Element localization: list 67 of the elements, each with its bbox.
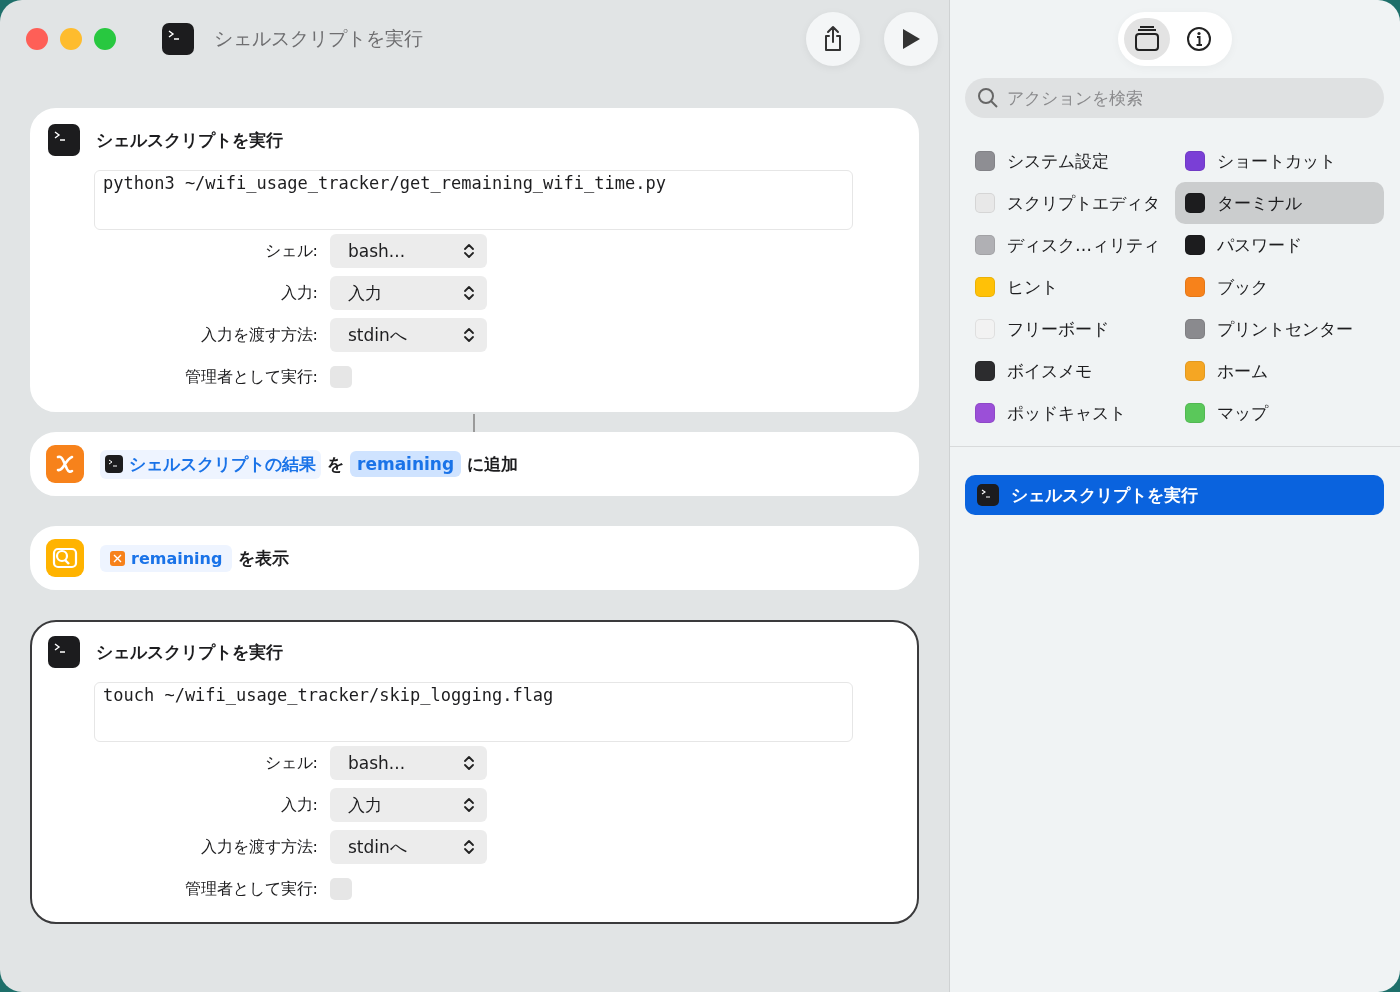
result-icon (46, 539, 84, 577)
search-field[interactable]: アクションを検索 (965, 78, 1384, 118)
chevron-icon (463, 327, 475, 343)
stack-icon (1132, 25, 1161, 53)
popup-menu[interactable]: stdinへ (330, 830, 487, 864)
app-item[interactable]: マップ (1175, 392, 1384, 434)
zoom-button[interactable] (94, 28, 116, 50)
chevron-icon (463, 839, 475, 855)
window-title: シェルスクリプトを実行 (214, 26, 423, 51)
app-item[interactable]: ホーム (1175, 350, 1384, 392)
action-card[interactable]: シェルスクリプトの結果 を remaining に追加 (30, 432, 919, 496)
action-card[interactable]: シェルスクリプトを実行 touch ~/wifi_usage_tracker/skip_logging.flag シェル: bash... 入力: 入力 入力を渡す方法: stdinへ 管理者として実行: (30, 620, 919, 924)
minimize-button[interactable] (60, 28, 82, 50)
app-item[interactable]: パスワード (1175, 224, 1384, 266)
script-field[interactable]: python3 ~/wifi_usage_tracker/get_remaining_wifi_time.py (94, 170, 853, 230)
action-suggestion[interactable]: シェルスクリプトを実行 (965, 475, 1384, 515)
option-label: 管理者として実行: (183, 878, 318, 900)
popup-menu[interactable]: bash... (330, 746, 487, 780)
option-label: 入力: (279, 282, 318, 304)
app-item[interactable]: ポッドキャスト (965, 392, 1175, 434)
close-button[interactable] (26, 28, 48, 50)
app-item[interactable]: ショートカット (1175, 140, 1384, 182)
terminal-icon (48, 124, 80, 156)
play-icon (900, 27, 922, 51)
action-text: を表示 (238, 546, 290, 570)
app-item[interactable]: スクリプトエディタ (965, 182, 1175, 224)
option-label: 入力を渡す方法: (199, 324, 318, 346)
app-item[interactable]: フリーボード (965, 308, 1175, 350)
app-item[interactable]: ボイスメモ (965, 350, 1175, 392)
checkbox[interactable] (330, 366, 352, 388)
library-tab[interactable] (1123, 18, 1170, 60)
terminal-icon (48, 636, 80, 668)
action-text: に追加 (467, 452, 519, 476)
app-item[interactable]: ヒント (965, 266, 1175, 308)
app-item[interactable]: ブック (1175, 266, 1384, 308)
checkbox[interactable] (330, 878, 352, 900)
variable-token[interactable]: remaining (100, 544, 233, 572)
popup-menu[interactable]: 入力 (330, 276, 487, 310)
app-item[interactable]: ターミナル (1175, 182, 1384, 224)
option-label: 管理者として実行: (183, 366, 318, 388)
chevron-icon (463, 285, 475, 301)
action-title: シェルスクリプトを実行 (96, 640, 283, 664)
chevron-icon (463, 797, 475, 813)
app-item[interactable]: ディスク…ィリティ (965, 224, 1175, 266)
variable-token[interactable]: シェルスクリプトの結果 (100, 449, 321, 479)
terminal-icon (162, 23, 194, 55)
option-label: シェル: (263, 240, 318, 262)
terminal-icon (977, 484, 999, 506)
chevron-icon (463, 755, 475, 771)
option-label: 入力: (279, 794, 318, 816)
app-item[interactable]: プリントセンター (1175, 308, 1384, 350)
popup-menu[interactable]: stdinへ (330, 318, 487, 352)
variable-icon (46, 445, 84, 483)
chevron-icon (463, 243, 475, 259)
script-field[interactable]: touch ~/wifi_usage_tracker/skip_logging.flag (94, 682, 853, 742)
terminal-icon (105, 455, 123, 473)
option-label: シェル: (263, 752, 318, 774)
info-icon (1184, 25, 1213, 53)
popup-menu[interactable]: bash... (330, 234, 487, 268)
action-card[interactable]: remaining を表示 (30, 526, 919, 590)
variable-icon (110, 550, 125, 566)
action-card[interactable]: シェルスクリプトを実行 python3 ~/wifi_usage_tracker/get_remaining_wifi_time.py シェル: bash... 入力: 入力 入力を渡す方法: stdinへ 管理者として実行: (30, 108, 919, 412)
app-item[interactable]: システム設定 (965, 140, 1175, 182)
option-label: 入力を渡す方法: (199, 836, 318, 858)
action-title: シェルスクリプトを実行 (96, 128, 283, 152)
action-text: を (327, 452, 344, 476)
popup-menu[interactable]: 入力 (330, 788, 487, 822)
